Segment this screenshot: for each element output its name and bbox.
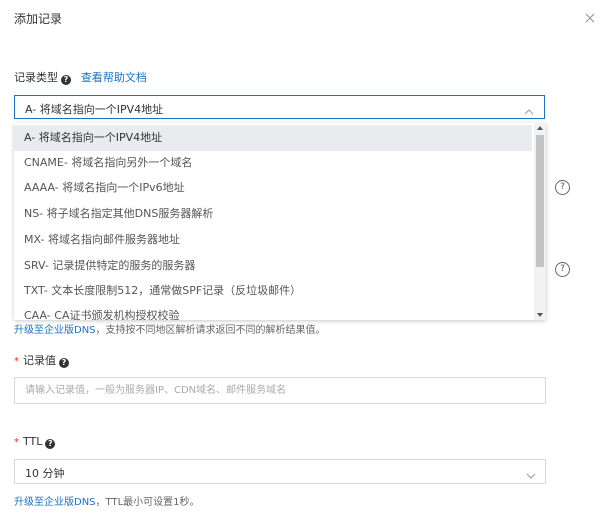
option-mx[interactable]: MX- 将域名指向邮件服务器地址 (14, 227, 532, 253)
record-type-label: 记录类型 (14, 71, 58, 84)
close-icon[interactable] (584, 12, 596, 24)
record-type-select[interactable]: A- 将域名指向一个IPV4地址 (14, 95, 545, 119)
record-value-input[interactable] (14, 377, 546, 404)
question-icon[interactable]: ? (61, 75, 71, 85)
ttl-label-row: * TTL? (14, 434, 56, 449)
line-hint-text: ，支持按不同地区解析请求返回不同的解析结果值。 (95, 325, 326, 336)
record-value-label: 记录值 (23, 354, 56, 367)
question-icon[interactable]: ? (45, 439, 56, 449)
question-circle-icon[interactable]: ? (555, 262, 570, 277)
chevron-up-icon (524, 104, 534, 118)
dropdown-scrollbar[interactable] (534, 123, 546, 320)
option-srv[interactable]: SRV- 记录提供特定的服务的服务器 (14, 253, 532, 279)
ttl-selected: 10 分钟 (25, 467, 65, 480)
record-value-label-row: * 记录值? (14, 352, 69, 368)
ttl-label: TTL (23, 435, 43, 448)
option-aaaa[interactable]: AAAA- 将域名指向一个IPv6地址 (14, 175, 532, 201)
required-marker: * (14, 356, 19, 367)
ttl-upgrade-link[interactable]: 升级至企业版DNS (14, 497, 96, 508)
scroll-up-arrow-icon[interactable] (537, 126, 543, 130)
ttl-hint-text: ，TTL最小可设置1秒。 (95, 497, 200, 508)
record-type-dropdown[interactable]: A- 将域名指向一个IPV4地址 CNAME- 将域名指向另外一个域名 AAAA… (14, 123, 546, 320)
help-doc-link[interactable]: 查看帮助文档 (81, 71, 147, 84)
record-type-label-row: 记录类型? 查看帮助文档 (14, 69, 147, 85)
line-hint: 升级至企业版DNS，支持按不同地区解析请求返回不同的解析结果值。 (14, 321, 326, 336)
option-cname[interactable]: CNAME- 将域名指向另外一个域名 (14, 150, 532, 176)
chevron-down-icon (526, 468, 536, 482)
ttl-hint: 升级至企业版DNS，TTL最小可设置1秒。 (14, 493, 200, 508)
scroll-down-arrow-icon[interactable] (537, 313, 543, 317)
option-a[interactable]: A- 将域名指向一个IPV4地址 (14, 125, 532, 151)
required-marker: * (14, 437, 19, 448)
option-ns[interactable]: NS- 将子域名指定其他DNS服务器解析 (14, 201, 532, 227)
upgrade-link[interactable]: 升级至企业版DNS (14, 325, 96, 336)
option-caa[interactable]: CAA- CA证书颁发机构授权校验 (14, 303, 532, 320)
record-type-selected: A- 将域名指向一个IPV4地址 (25, 103, 164, 116)
question-icon[interactable]: ? (59, 358, 69, 368)
question-circle-icon[interactable]: ? (555, 180, 570, 195)
ttl-select[interactable]: 10 分钟 (14, 459, 546, 484)
dialog-title: 添加记录 (14, 12, 63, 26)
scrollbar-thumb[interactable] (536, 135, 544, 267)
option-txt[interactable]: TXT- 文本长度限制512，通常做SPF记录（反垃圾邮件） (14, 278, 532, 304)
